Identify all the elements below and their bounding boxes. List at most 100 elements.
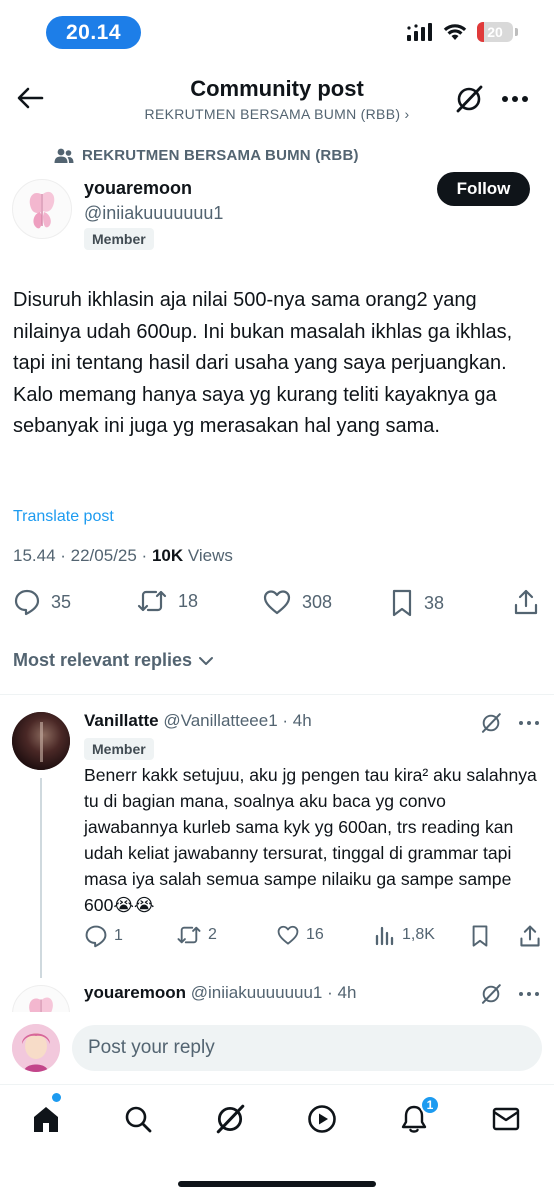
post-actions: 35 18 308 38 xyxy=(0,588,554,624)
nav-messages[interactable] xyxy=(486,1099,526,1139)
bookmark-count: 38 xyxy=(424,592,445,613)
post-timestamp: 15.44 · 22/05/25 · xyxy=(13,546,152,565)
reply2-header: youaremoon @iniiakuuuuuuu1 · 4h xyxy=(84,983,356,1003)
heart-icon xyxy=(277,925,299,945)
battery-cap xyxy=(515,28,518,36)
chevron-down-icon xyxy=(199,656,214,665)
replies-sort-label: Most relevant replies xyxy=(13,650,193,670)
search-icon xyxy=(125,1106,152,1133)
nav-video[interactable] xyxy=(302,1099,342,1139)
reply-actions: 1 2 16 1,8K xyxy=(84,924,544,950)
play-circle-icon xyxy=(308,1105,336,1133)
reply-input[interactable]: Post your reply xyxy=(72,1025,542,1071)
nav-grok[interactable] xyxy=(210,1099,250,1139)
like-button[interactable]: 308 xyxy=(262,588,332,616)
status-icons: 20 xyxy=(407,22,518,42)
grok-icon xyxy=(216,1104,245,1134)
more-icon xyxy=(519,992,539,996)
status-time: 20.14 xyxy=(46,16,141,49)
reply-repost-button[interactable]: 2 xyxy=(176,924,217,946)
community-label[interactable]: REKRUTMEN BERSAMA BUMN (RBB) xyxy=(54,147,359,164)
like-count: 308 xyxy=(302,591,333,612)
reply-views-count: 1,8K xyxy=(402,926,435,943)
follow-button[interactable]: Follow xyxy=(437,172,530,206)
bottom-nav: 1 xyxy=(0,1084,554,1154)
heart-icon xyxy=(263,590,291,615)
thread-line xyxy=(40,778,42,978)
post-meta: 15.44 · 22/05/25 · 10K Views xyxy=(13,546,233,566)
reply-avatar[interactable] xyxy=(12,712,70,770)
share-icon xyxy=(520,925,540,947)
community-icon xyxy=(54,148,74,163)
reply-button[interactable]: 35 xyxy=(13,588,71,616)
repost-icon xyxy=(177,926,201,944)
user-avatar[interactable] xyxy=(12,1024,60,1072)
more-icon xyxy=(502,96,528,102)
reply-repost-count: 2 xyxy=(208,926,217,943)
analytics-icon xyxy=(375,926,394,946)
more-icon xyxy=(519,721,539,725)
home-new-indicator xyxy=(52,1093,61,1102)
reply-bookmark-button[interactable] xyxy=(470,924,490,948)
bookmark-icon xyxy=(472,925,488,947)
reply-author-name[interactable]: Vanillatte xyxy=(84,711,159,730)
cellular-signal-icon xyxy=(407,23,432,41)
community-name: REKRUTMEN BERSAMA BUMN (RBB) xyxy=(82,147,359,164)
grok-icon xyxy=(456,85,483,113)
home-icon xyxy=(34,1107,58,1132)
wifi-icon xyxy=(443,24,467,40)
post-header: Community post REKRUTMEN BERSAMA BUMN (R… xyxy=(0,66,554,136)
nav-search[interactable] xyxy=(118,1099,158,1139)
notification-count-badge: 1 xyxy=(420,1095,440,1115)
battery-level: 20 xyxy=(487,24,503,40)
reply-grok-button[interactable] xyxy=(480,712,502,739)
reply2-more-button[interactable] xyxy=(518,983,540,1010)
repost-button[interactable]: 18 xyxy=(136,588,198,614)
divider xyxy=(0,694,554,695)
author-handle[interactable]: @iniiakuuuuuuu1 xyxy=(84,203,223,224)
home-indicator xyxy=(178,1181,376,1187)
member-badge: Member xyxy=(84,228,154,250)
views-label: Views xyxy=(183,546,233,565)
status-bar: 20.14 20 xyxy=(0,0,554,66)
reply-icon xyxy=(85,925,107,948)
grok-icon xyxy=(481,984,501,1004)
share-icon xyxy=(514,589,538,615)
reply-avatar-image xyxy=(12,712,70,770)
reply2-grok-button[interactable] xyxy=(480,983,502,1010)
repost-count: 18 xyxy=(178,590,199,611)
reply2-handle-time[interactable]: @iniiakuuuuuuu1 · 4h xyxy=(186,983,357,1002)
reply-reply-count: 1 xyxy=(114,927,123,944)
reply-like-count: 16 xyxy=(306,926,324,943)
nav-home[interactable] xyxy=(26,1099,66,1139)
grok-button[interactable] xyxy=(452,82,486,116)
battery-indicator: 20 xyxy=(477,22,513,42)
reply-handle-time[interactable]: @Vanillatteee1 · 4h xyxy=(159,711,311,730)
reply-composer: Post your reply xyxy=(0,1012,554,1082)
author-avatar[interactable] xyxy=(12,179,72,239)
nav-notifications[interactable]: 1 xyxy=(394,1095,440,1139)
bookmark-icon xyxy=(392,589,412,617)
butterfly-avatar-icon xyxy=(29,191,55,229)
replies-sort-dropdown[interactable]: Most relevant replies xyxy=(13,650,214,671)
reply-text: Benerr kakk setujuu, aku jg pengen tau k… xyxy=(84,765,537,915)
translate-post-link[interactable]: Translate post xyxy=(13,508,114,526)
reply-like-button[interactable]: 16 xyxy=(276,924,324,946)
mail-icon xyxy=(492,1107,520,1131)
post-text: Disuruh ikhlasin aja nilai 500-nya sama … xyxy=(13,289,513,437)
more-options-button[interactable] xyxy=(498,82,532,116)
author-name[interactable]: youaremoon xyxy=(84,178,192,199)
reply-more-button[interactable] xyxy=(518,712,540,739)
reply-views-button[interactable]: 1,8K xyxy=(374,924,435,946)
reply-icon xyxy=(14,589,40,616)
reply2-author-name[interactable]: youaremoon xyxy=(84,983,186,1002)
reply-header: Vanillatte @Vanillatteee1 · 4h xyxy=(84,711,312,731)
bookmark-button[interactable]: 38 xyxy=(390,588,444,618)
share-button[interactable] xyxy=(512,588,540,616)
reply-count: 35 xyxy=(51,591,72,612)
repost-icon xyxy=(137,590,167,612)
grok-icon xyxy=(481,713,501,733)
reply-share-button[interactable] xyxy=(518,924,542,948)
views-count[interactable]: 10K xyxy=(152,546,183,565)
reply-reply-button[interactable]: 1 xyxy=(84,924,123,948)
